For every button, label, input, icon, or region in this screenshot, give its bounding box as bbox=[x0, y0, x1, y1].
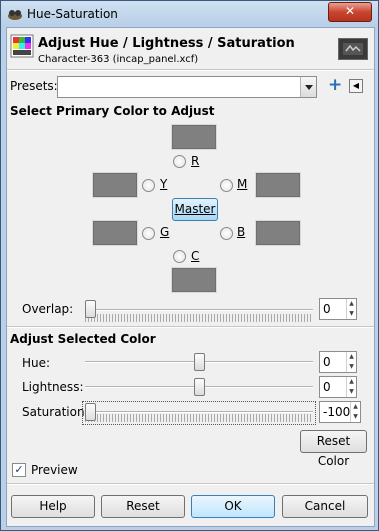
saturation-spinbox[interactable]: -100 ▲ ▼ bbox=[319, 401, 361, 423]
help-button[interactable]: Help bbox=[11, 495, 95, 518]
label-magenta: M bbox=[237, 177, 248, 191]
swatch-green bbox=[92, 220, 138, 246]
saturation-value: -100 bbox=[323, 405, 351, 419]
radio-yellow[interactable] bbox=[142, 179, 155, 192]
title-bar[interactable]: Hue-Saturation ✕ bbox=[1, 1, 378, 27]
overlap-value: 0 bbox=[323, 302, 331, 316]
overlap-label: Overlap: bbox=[22, 302, 74, 316]
ok-button[interactable]: OK bbox=[191, 495, 275, 518]
reset-color-button[interactable]: Reset Color bbox=[300, 430, 367, 468]
presets-combo[interactable] bbox=[57, 76, 317, 98]
overlap-spinbox[interactable]: 0 ▲ ▼ bbox=[319, 298, 357, 320]
dialog-window: Hue-Saturation ✕ Adjust Hue / Lightness … bbox=[0, 0, 379, 531]
swatch-red bbox=[171, 124, 217, 150]
primary-color-heading: Select Primary Color to Adjust bbox=[10, 104, 215, 118]
close-button[interactable]: ✕ bbox=[328, 2, 372, 22]
radio-blue[interactable] bbox=[220, 227, 233, 240]
image-thumbnail bbox=[338, 38, 368, 60]
radio-cyan[interactable] bbox=[173, 250, 186, 263]
adjust-color-heading: Adjust Selected Color bbox=[10, 332, 156, 346]
gimp-app-icon bbox=[8, 10, 22, 20]
thumbnail-preview-icon bbox=[343, 43, 363, 55]
lightness-spinbox[interactable]: 0 ▲ ▼ bbox=[319, 376, 357, 398]
spin-arrows-icon[interactable]: ▲ ▼ bbox=[346, 352, 356, 372]
hue-spinbox[interactable]: 0 ▲ ▼ bbox=[319, 351, 357, 373]
dialog-content: Adjust Hue / Lightness / Saturation Char… bbox=[6, 27, 375, 527]
label-red: R bbox=[191, 154, 200, 168]
preview-checkbox[interactable]: ✓ bbox=[12, 463, 26, 477]
lightness-slider-handle[interactable] bbox=[194, 378, 205, 396]
reset-button[interactable]: Reset bbox=[101, 495, 185, 518]
overlap-slider-track[interactable] bbox=[85, 309, 313, 311]
swatch-cyan bbox=[171, 267, 217, 293]
overlap-slider-handle[interactable] bbox=[85, 300, 96, 318]
saturation-label: Saturation: bbox=[22, 405, 89, 419]
image-name: Character-363 (incap_panel.xcf) bbox=[38, 54, 199, 65]
preset-menu-button[interactable]: ◀ bbox=[349, 79, 363, 93]
buttons-separator bbox=[7, 483, 374, 485]
saturation-slider-track[interactable] bbox=[85, 411, 313, 413]
add-preset-icon[interactable]: + bbox=[328, 76, 342, 94]
header-separator bbox=[7, 69, 374, 71]
preview-label: Preview bbox=[31, 463, 78, 477]
label-green: G bbox=[160, 225, 170, 239]
master-button[interactable]: Master bbox=[172, 198, 218, 221]
saturation-slider-ticks bbox=[85, 414, 313, 422]
dialog-heading: Adjust Hue / Lightness / Saturation bbox=[38, 36, 295, 51]
label-yellow: Y bbox=[160, 177, 168, 191]
radio-green[interactable] bbox=[142, 227, 155, 240]
cancel-button[interactable]: Cancel bbox=[282, 495, 368, 518]
swatch-yellow bbox=[92, 172, 138, 198]
saturation-slider-handle[interactable] bbox=[85, 403, 96, 421]
overlap-slider-ticks bbox=[85, 314, 313, 322]
radio-red[interactable] bbox=[173, 155, 186, 168]
hue-slider-handle[interactable] bbox=[194, 353, 205, 371]
spin-arrows-icon[interactable]: ▲ ▼ bbox=[346, 377, 356, 397]
hue-label: Hue: bbox=[22, 356, 51, 370]
lightness-value: 0 bbox=[323, 380, 331, 394]
overlap-separator bbox=[7, 326, 374, 328]
presets-label: Presets: bbox=[10, 79, 58, 93]
spin-arrows-icon[interactable]: ▲ ▼ bbox=[346, 299, 356, 319]
radio-magenta[interactable] bbox=[220, 179, 233, 192]
swatch-blue bbox=[255, 220, 301, 246]
spin-arrows-icon[interactable]: ▲ ▼ bbox=[350, 402, 360, 422]
lightness-label: Lightness: bbox=[22, 380, 84, 394]
label-cyan: C bbox=[191, 249, 200, 263]
window-title: Hue-Saturation bbox=[27, 7, 118, 21]
label-blue: B bbox=[237, 225, 246, 239]
swatch-magenta bbox=[255, 172, 301, 198]
chevron-down-icon[interactable] bbox=[300, 77, 316, 97]
hue-value: 0 bbox=[323, 355, 331, 369]
hue-saturation-icon bbox=[10, 34, 34, 58]
